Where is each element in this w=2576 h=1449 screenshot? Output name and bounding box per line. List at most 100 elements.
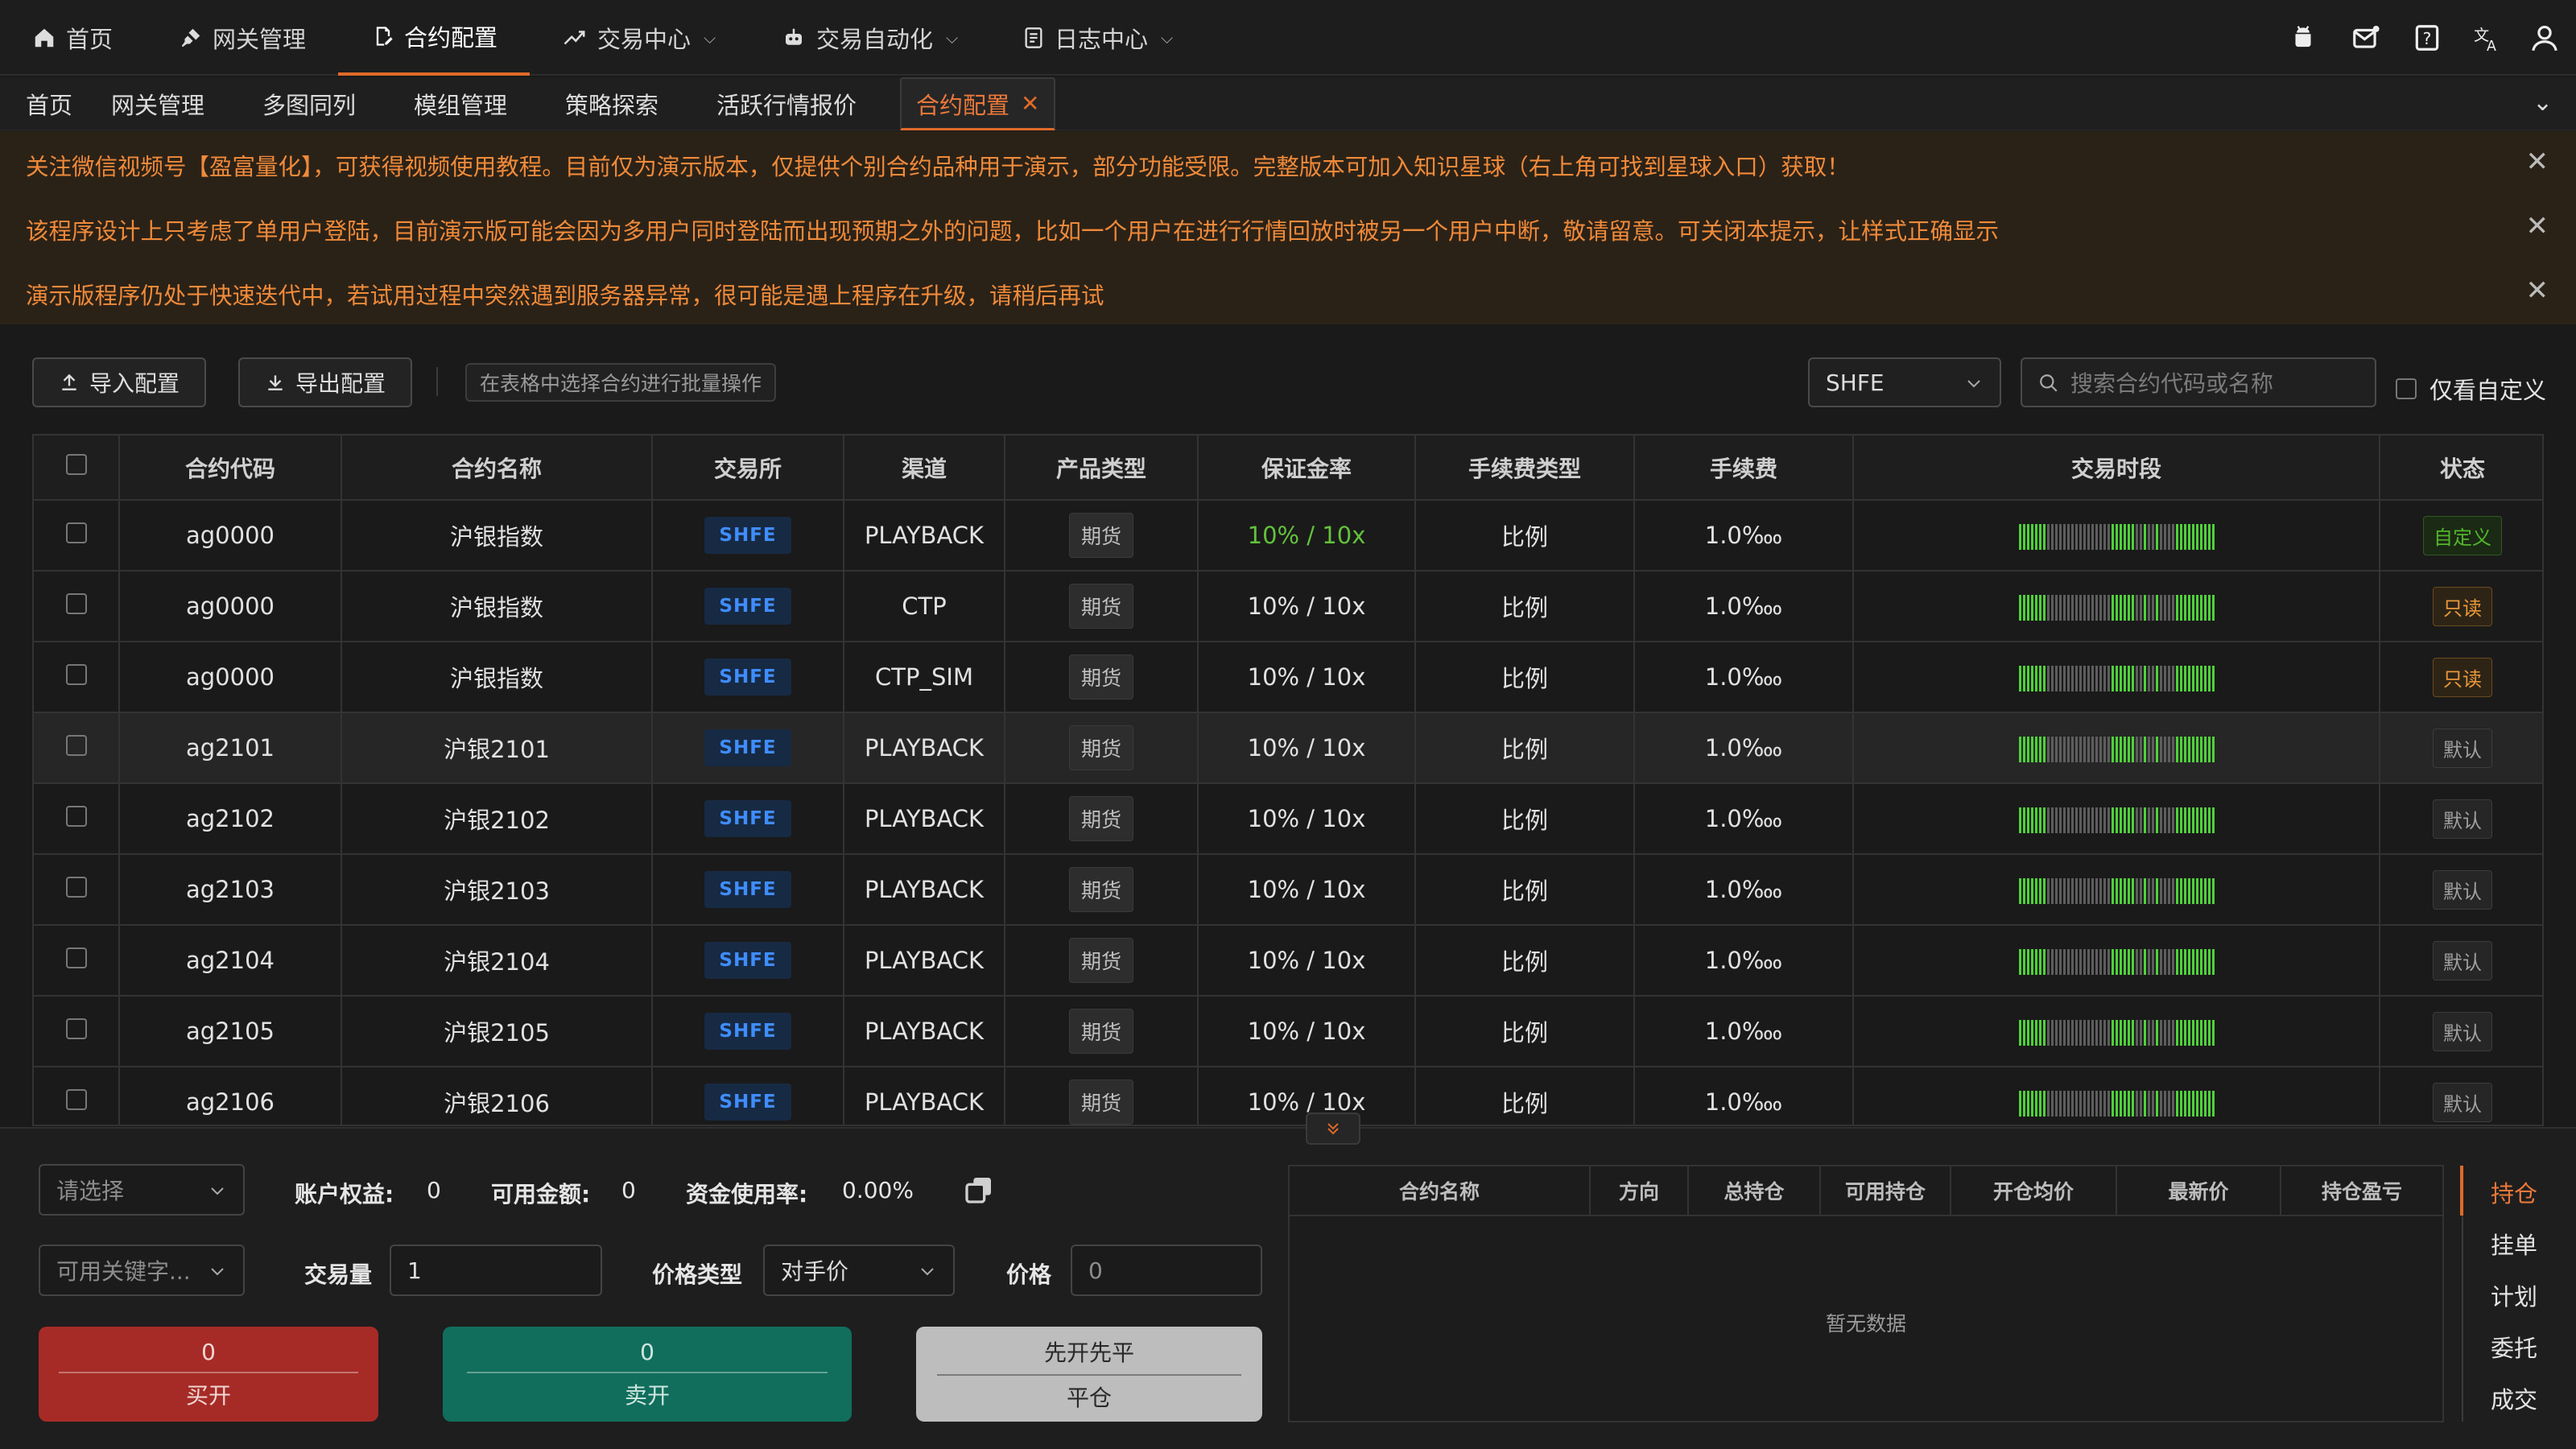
mail-icon[interactable] [2351, 23, 2381, 53]
nav-trade-automation[interactable]: 交易自动化 ⌵ [781, 0, 958, 76]
session-segment [2151, 877, 2154, 904]
close-icon[interactable]: ✕ [2526, 146, 2549, 178]
close-icon[interactable]: ✕ [1021, 90, 1039, 117]
export-config-button[interactable]: 导出配置 [238, 357, 412, 407]
cell-exchange: SHFE [652, 1067, 844, 1125]
tab-gateway[interactable]: 网关管理 [111, 77, 204, 130]
session-segment [2091, 1090, 2094, 1117]
table-row[interactable]: ag2106 沪银2106 SHFE PLAYBACK 期货 10% / 10x 比例 1.0… [34, 1067, 2542, 1125]
row-checkbox[interactable] [65, 522, 87, 543]
status-badge[interactable]: 默认 [2433, 940, 2492, 980]
android-icon[interactable] [2288, 23, 2318, 53]
status-badge[interactable]: 默认 [2433, 728, 2492, 768]
row-checkbox[interactable] [65, 806, 87, 827]
col-fee[interactable]: 手续费 [1634, 436, 1854, 501]
status-badge[interactable]: 默认 [2433, 799, 2492, 839]
status-badge[interactable]: 默认 [2433, 1011, 2492, 1051]
table-row[interactable]: ag2104 沪银2104 SHFE PLAYBACK 期货 10% / 10x 比例 1.0… [34, 925, 2542, 997]
status-badge[interactable]: 默认 [2433, 1082, 2492, 1122]
col-channel[interactable]: 渠道 [844, 436, 1005, 501]
nav-contract-config[interactable]: 合约配置 [338, 0, 530, 76]
row-checkbox[interactable] [65, 877, 87, 898]
custom-only-checkbox[interactable] [2396, 378, 2417, 399]
user-icon[interactable] [2529, 23, 2560, 53]
table-row[interactable]: ag2101 沪银2101 SHFE PLAYBACK 期货 10% / 10x 比例 1.0… [34, 712, 2542, 784]
row-checkbox[interactable] [65, 735, 87, 756]
close-position-button[interactable]: 先开先平 平仓 [916, 1327, 1262, 1422]
table-row[interactable]: ag0000 沪银指数 SHFE PLAYBACK 期货 10% / 10x 比例 1.0‱ 自… [34, 500, 2542, 572]
col-fee-type[interactable]: 手续费类型 [1415, 436, 1635, 501]
import-config-button[interactable]: 导入配置 [32, 357, 206, 407]
tab-multi-chart[interactable]: 多图同列 [262, 77, 356, 130]
contract-search-input[interactable]: 搜索合约代码或名称 [2021, 357, 2376, 407]
buy-open-button[interactable]: 0 买开 [39, 1327, 378, 1422]
col-code[interactable]: 合约代码 [119, 436, 342, 501]
custom-only-toggle[interactable]: 仅看自定义 [2396, 372, 2546, 406]
side-tab-pending[interactable]: 挂单 [2491, 1227, 2537, 1261]
volume-input[interactable]: 1 [390, 1245, 602, 1296]
row-checkbox[interactable] [65, 664, 87, 685]
col-name[interactable]: 合约名称 [341, 436, 653, 501]
table-row[interactable]: ag2102 沪银2102 SHFE PLAYBACK 期货 10% / 10x 比例 1.0… [34, 783, 2542, 855]
table-row[interactable]: ag0000 沪银指数 SHFE CTP 期货 10% / 10x 比例 1.0‱ 只读 [34, 571, 2542, 642]
nav-gateway[interactable]: 网关管理 [179, 0, 306, 76]
row-checkbox[interactable] [65, 1089, 87, 1110]
col-product-type[interactable]: 产品类型 [1005, 436, 1199, 501]
pos-col-name[interactable]: 合约名称 [1290, 1166, 1591, 1215]
tab-active-quotes[interactable]: 活跃行情报价 [716, 77, 857, 130]
row-checkbox[interactable] [65, 1018, 87, 1039]
chevron-down-icon[interactable]: ⌄ [2533, 89, 2553, 117]
nav-trading-center[interactable]: 交易中心 ⌵ [562, 0, 716, 76]
collapse-toggle[interactable] [1306, 1113, 1360, 1145]
copy-icon[interactable] [963, 1174, 995, 1206]
pos-col-last[interactable]: 最新价 [2117, 1166, 2281, 1215]
pos-col-available[interactable]: 可用持仓 [1821, 1166, 1951, 1215]
exchange-select[interactable]: SHFE [1808, 357, 2001, 407]
status-badge[interactable]: 自定义 [2423, 515, 2502, 555]
side-tab-positions[interactable]: 持仓 [2491, 1175, 2537, 1209]
status-badge[interactable]: 只读 [2433, 586, 2492, 626]
side-tab-trades[interactable]: 成交 [2491, 1381, 2537, 1415]
session-segment [2034, 1019, 2037, 1046]
pos-col-pnl[interactable]: 持仓盈亏 [2281, 1166, 2442, 1215]
nav-log-center[interactable]: 日志中心 ⌵ [1022, 0, 1173, 76]
select-all-checkbox[interactable] [65, 454, 87, 475]
account-select[interactable]: 请选择 [39, 1164, 245, 1216]
col-margin[interactable]: 保证金率 [1198, 436, 1416, 501]
row-checkbox[interactable] [65, 593, 87, 614]
session-segment [2163, 948, 2166, 975]
nav-home[interactable]: 首页 [32, 0, 113, 76]
row-checkbox[interactable] [65, 947, 87, 968]
contract-keyword-select[interactable]: 可用关键字... [39, 1245, 245, 1296]
channel-value: CTP_SIM [875, 663, 973, 691]
side-tab-orders[interactable]: 委托 [2491, 1330, 2537, 1364]
sell-open-button[interactable]: 0 卖开 [443, 1327, 852, 1422]
tab-contract-config[interactable]: 合约配置 ✕ [900, 77, 1056, 130]
tab-module-manage[interactable]: 模组管理 [414, 77, 507, 130]
table-row[interactable]: ag2103 沪银2103 SHFE PLAYBACK 期货 10% / 10x 比例 1.0… [34, 854, 2542, 926]
tab-strategy-explore[interactable]: 策略探索 [565, 77, 658, 130]
price-input[interactable]: 0 [1071, 1245, 1262, 1296]
pos-col-direction[interactable]: 方向 [1591, 1166, 1689, 1215]
side-tab-plan[interactable]: 计划 [2491, 1278, 2537, 1312]
table-row[interactable]: ag2105 沪银2105 SHFE PLAYBACK 期货 10% / 10x 比例 1.0… [34, 996, 2542, 1067]
help-icon[interactable]: ? [2412, 23, 2442, 53]
close-icon[interactable]: ✕ [2526, 275, 2549, 307]
session-segment [2115, 1090, 2118, 1117]
col-exchange[interactable]: 交易所 [652, 436, 844, 501]
pos-col-total[interactable]: 总持仓 [1689, 1166, 1821, 1215]
col-status[interactable]: 状态 [2380, 436, 2542, 501]
session-segment [2062, 665, 2066, 691]
close-icon[interactable]: ✕ [2526, 210, 2549, 242]
chevron-down-icon: ⌵ [704, 28, 716, 47]
pos-col-open-avg[interactable]: 开仓均价 [1951, 1166, 2117, 1215]
tab-home[interactable]: 首页 [26, 77, 72, 130]
price-type-select[interactable]: 对手价 [763, 1245, 955, 1296]
status-badge[interactable]: 默认 [2433, 869, 2492, 910]
table-row[interactable]: ag0000 沪银指数 SHFE CTP_SIM 期货 10% / 10x 比例 1.0‱ 只读 [34, 642, 2542, 713]
session-segment [2087, 523, 2090, 550]
status-badge[interactable]: 只读 [2433, 657, 2492, 697]
translate-icon[interactable]: 文A [2471, 23, 2502, 53]
session-segment [2050, 1019, 2054, 1046]
col-session[interactable]: 交易时段 [1853, 436, 2380, 501]
